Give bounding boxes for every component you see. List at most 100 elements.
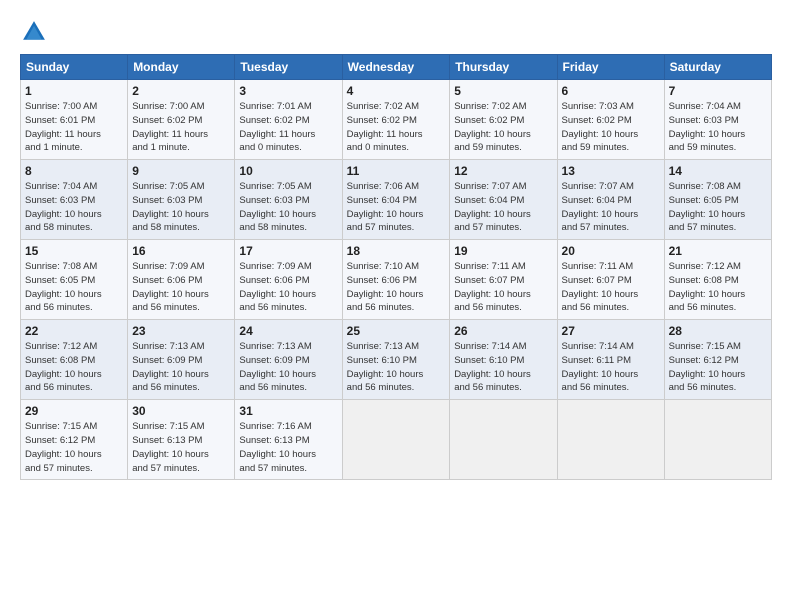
day-info: Sunrise: 7:13 AM Sunset: 6:10 PM Dayligh…: [347, 340, 446, 395]
day-cell-29: 29 Sunrise: 7:15 AM Sunset: 6:12 PM Dayli…: [21, 400, 128, 480]
day-cell-25: 25 Sunrise: 7:13 AM Sunset: 6:10 PM Dayli…: [342, 320, 450, 400]
header-cell-thursday: Thursday: [450, 55, 557, 80]
day-number: 31: [239, 404, 337, 418]
day-cell-26: 26Sunrise: 7:14 AM Sunset: 6:10 PM Dayli…: [450, 320, 557, 400]
day-info: Sunrise: 7:15 AM Sunset: 6:12 PM Dayligh…: [25, 420, 123, 475]
day-number: 14: [669, 164, 767, 178]
day-info: Sunrise: 7:10 AM Sunset: 6:06 PM Dayligh…: [347, 260, 446, 315]
header-cell-sunday: Sunday: [21, 55, 128, 80]
day-info: Sunrise: 7:13 AM Sunset: 6:09 PM Dayligh…: [132, 340, 230, 395]
day-cell-2: 2Sunrise: 7:00 AM Sunset: 6:02 PM Daylig…: [128, 80, 235, 160]
day-number: 15: [25, 244, 123, 258]
day-number: 25: [347, 324, 446, 338]
header-cell-friday: Friday: [557, 55, 664, 80]
day-info: Sunrise: 7:16 AM Sunset: 6:13 PM Dayligh…: [239, 420, 337, 475]
day-info: Sunrise: 7:06 AM Sunset: 6:04 PM Dayligh…: [347, 180, 446, 235]
day-info: Sunrise: 7:04 AM Sunset: 6:03 PM Dayligh…: [669, 100, 767, 155]
day-info: Sunrise: 7:00 AM Sunset: 6:01 PM Dayligh…: [25, 100, 123, 155]
day-cell-4: 4 Sunrise: 7:02 AM Sunset: 6:02 PM Daylig…: [342, 80, 450, 160]
day-number: 5: [454, 84, 552, 98]
header-cell-tuesday: Tuesday: [235, 55, 342, 80]
day-info: Sunrise: 7:09 AM Sunset: 6:06 PM Dayligh…: [132, 260, 230, 315]
day-info: Sunrise: 7:08 AM Sunset: 6:05 PM Dayligh…: [25, 260, 123, 315]
day-cell-30: 30 Sunrise: 7:15 AM Sunset: 6:13 PM Dayli…: [128, 400, 235, 480]
day-cell-31: 31 Sunrise: 7:16 AM Sunset: 6:13 PM Dayli…: [235, 400, 342, 480]
header-cell-wednesday: Wednesday: [342, 55, 450, 80]
week-row-2: 8 Sunrise: 7:04 AM Sunset: 6:03 PM Daylig…: [21, 160, 772, 240]
day-number: 20: [562, 244, 660, 258]
day-info: Sunrise: 7:08 AM Sunset: 6:05 PM Dayligh…: [669, 180, 767, 235]
day-cell-8: 8 Sunrise: 7:04 AM Sunset: 6:03 PM Daylig…: [21, 160, 128, 240]
day-cell-15: 15 Sunrise: 7:08 AM Sunset: 6:05 PM Dayli…: [21, 240, 128, 320]
day-number: 29: [25, 404, 123, 418]
day-info: Sunrise: 7:04 AM Sunset: 6:03 PM Dayligh…: [25, 180, 123, 235]
day-cell-27: 27 Sunrise: 7:14 AM Sunset: 6:11 PM Dayli…: [557, 320, 664, 400]
day-cell-10: 10Sunrise: 7:05 AM Sunset: 6:03 PM Dayli…: [235, 160, 342, 240]
day-info: Sunrise: 7:02 AM Sunset: 6:02 PM Dayligh…: [347, 100, 446, 155]
day-info: Sunrise: 7:11 AM Sunset: 6:07 PM Dayligh…: [454, 260, 552, 315]
day-number: 9: [132, 164, 230, 178]
day-cell-1: 1 Sunrise: 7:00 AM Sunset: 6:01 PM Daylig…: [21, 80, 128, 160]
day-info: Sunrise: 7:01 AM Sunset: 6:02 PM Dayligh…: [239, 100, 337, 155]
day-number: 22: [25, 324, 123, 338]
day-number: 6: [562, 84, 660, 98]
day-cell-21: 21Sunrise: 7:12 AM Sunset: 6:08 PM Dayli…: [664, 240, 771, 320]
day-info: Sunrise: 7:03 AM Sunset: 6:02 PM Dayligh…: [562, 100, 660, 155]
day-info: Sunrise: 7:13 AM Sunset: 6:09 PM Dayligh…: [239, 340, 337, 395]
day-number: 21: [669, 244, 767, 258]
day-cell-22: 22Sunrise: 7:12 AM Sunset: 6:08 PM Dayli…: [21, 320, 128, 400]
day-cell-3: 3 Sunrise: 7:01 AM Sunset: 6:02 PM Daylig…: [235, 80, 342, 160]
day-number: 26: [454, 324, 552, 338]
day-number: 27: [562, 324, 660, 338]
header-row: SundayMondayTuesdayWednesdayThursdayFrid…: [21, 55, 772, 80]
day-number: 8: [25, 164, 123, 178]
day-number: 30: [132, 404, 230, 418]
day-info: Sunrise: 7:05 AM Sunset: 6:03 PM Dayligh…: [132, 180, 230, 235]
day-number: 17: [239, 244, 337, 258]
day-cell-9: 9 Sunrise: 7:05 AM Sunset: 6:03 PM Daylig…: [128, 160, 235, 240]
day-number: 23: [132, 324, 230, 338]
day-cell-12: 12Sunrise: 7:07 AM Sunset: 6:04 PM Dayli…: [450, 160, 557, 240]
day-info: Sunrise: 7:14 AM Sunset: 6:11 PM Dayligh…: [562, 340, 660, 395]
day-cell-23: 23 Sunrise: 7:13 AM Sunset: 6:09 PM Dayli…: [128, 320, 235, 400]
day-number: 12: [454, 164, 552, 178]
week-row-5: 29 Sunrise: 7:15 AM Sunset: 6:12 PM Dayli…: [21, 400, 772, 480]
day-number: 16: [132, 244, 230, 258]
day-cell-19: 19 Sunrise: 7:11 AM Sunset: 6:07 PM Dayli…: [450, 240, 557, 320]
header: [20, 18, 772, 46]
day-cell-7: 7 Sunrise: 7:04 AM Sunset: 6:03 PM Daylig…: [664, 80, 771, 160]
empty-cell: [450, 400, 557, 480]
day-info: Sunrise: 7:07 AM Sunset: 6:04 PM Dayligh…: [562, 180, 660, 235]
empty-cell: [557, 400, 664, 480]
day-number: 7: [669, 84, 767, 98]
day-cell-17: 17 Sunrise: 7:09 AM Sunset: 6:06 PM Dayli…: [235, 240, 342, 320]
calendar-header: SundayMondayTuesdayWednesdayThursdayFrid…: [21, 55, 772, 80]
day-number: 13: [562, 164, 660, 178]
week-row-4: 22Sunrise: 7:12 AM Sunset: 6:08 PM Dayli…: [21, 320, 772, 400]
day-number: 19: [454, 244, 552, 258]
day-cell-13: 13 Sunrise: 7:07 AM Sunset: 6:04 PM Dayli…: [557, 160, 664, 240]
day-cell-6: 6 Sunrise: 7:03 AM Sunset: 6:02 PM Daylig…: [557, 80, 664, 160]
header-cell-monday: Monday: [128, 55, 235, 80]
day-cell-18: 18Sunrise: 7:10 AM Sunset: 6:06 PM Dayli…: [342, 240, 450, 320]
day-cell-5: 5 Sunrise: 7:02 AM Sunset: 6:02 PM Daylig…: [450, 80, 557, 160]
day-number: 1: [25, 84, 123, 98]
empty-cell: [664, 400, 771, 480]
day-cell-11: 11Sunrise: 7:06 AM Sunset: 6:04 PM Dayli…: [342, 160, 450, 240]
day-info: Sunrise: 7:15 AM Sunset: 6:12 PM Dayligh…: [669, 340, 767, 395]
logo-icon: [20, 18, 48, 46]
logo: [20, 18, 52, 46]
empty-cell: [342, 400, 450, 480]
day-cell-14: 14 Sunrise: 7:08 AM Sunset: 6:05 PM Dayli…: [664, 160, 771, 240]
day-info: Sunrise: 7:09 AM Sunset: 6:06 PM Dayligh…: [239, 260, 337, 315]
day-number: 2: [132, 84, 230, 98]
calendar-body: 1 Sunrise: 7:00 AM Sunset: 6:01 PM Daylig…: [21, 80, 772, 480]
day-info: Sunrise: 7:02 AM Sunset: 6:02 PM Dayligh…: [454, 100, 552, 155]
page: SundayMondayTuesdayWednesdayThursdayFrid…: [0, 0, 792, 490]
day-info: Sunrise: 7:11 AM Sunset: 6:07 PM Dayligh…: [562, 260, 660, 315]
day-cell-24: 24Sunrise: 7:13 AM Sunset: 6:09 PM Dayli…: [235, 320, 342, 400]
day-info: Sunrise: 7:15 AM Sunset: 6:13 PM Dayligh…: [132, 420, 230, 475]
day-info: Sunrise: 7:05 AM Sunset: 6:03 PM Dayligh…: [239, 180, 337, 235]
day-number: 4: [347, 84, 446, 98]
day-number: 3: [239, 84, 337, 98]
